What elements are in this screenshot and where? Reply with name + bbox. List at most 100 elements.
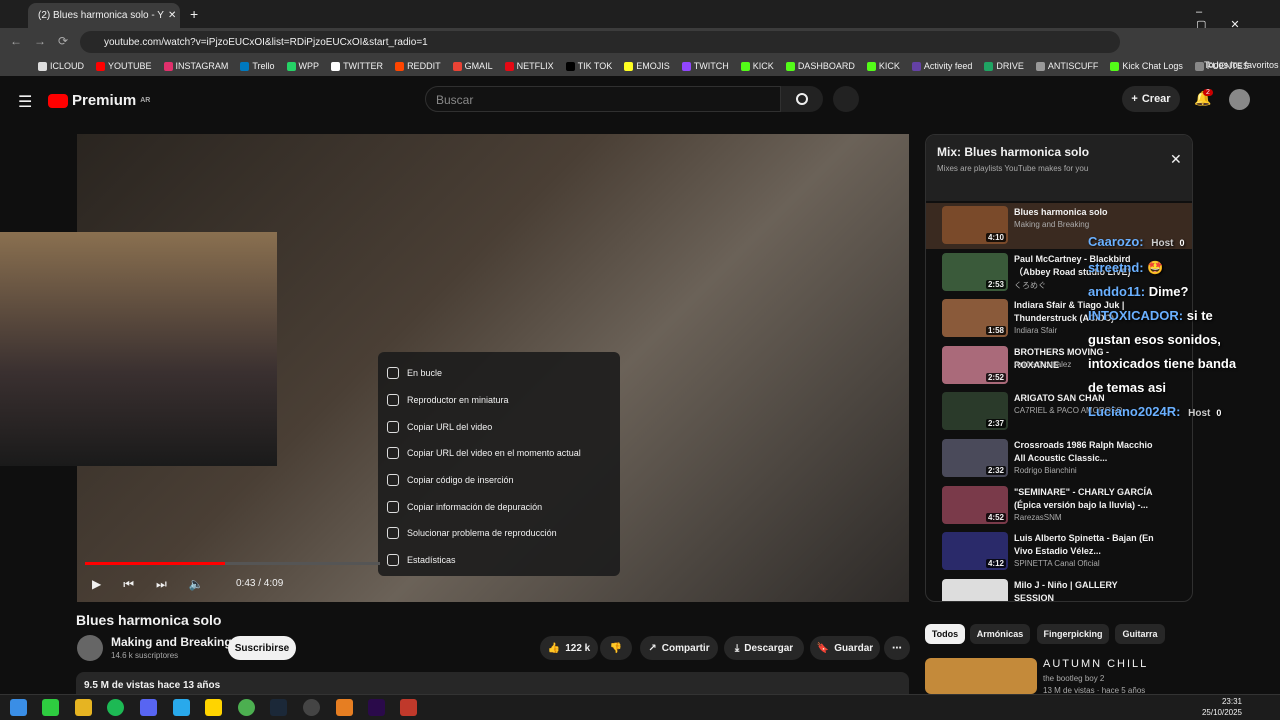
playlist-thumbnail: 1:58	[942, 299, 1008, 338]
kick-app-icon[interactable]	[42, 699, 59, 716]
url-field[interactable]: youtube.com/watch?v=iPjzoEUCxOI&list=RDi…	[80, 31, 1120, 53]
file-explorer-icon[interactable]	[75, 699, 92, 716]
chat-host-tag: Host	[1151, 238, 1174, 249]
context-menu-item[interactable]: Copiar URL del video en el momento actua…	[378, 440, 620, 467]
playlist-item[interactable]: 3:43 Milo J - Niño | GALLERY SESSION	[926, 576, 1192, 601]
notes-icon[interactable]	[205, 699, 222, 716]
playlist-item[interactable]: 4:12 Luis Alberto Spinetta - Bajan (En Vi…	[926, 529, 1192, 575]
bookmark-16[interactable]: DRIVE	[984, 61, 1024, 71]
context-menu-item[interactable]: Solucionar problema de reproducción	[378, 520, 620, 547]
system-clock[interactable]: 23:31 25/10/2025	[1198, 696, 1242, 718]
bookmark-17[interactable]: ANTISCUFF	[1035, 61, 1098, 71]
subscribe-button[interactable]: Suscribirse	[228, 636, 296, 660]
duration-badge: 4:52	[985, 512, 1006, 522]
chat-message: de temas asi	[1088, 380, 1167, 395]
steam-icon[interactable]	[270, 699, 287, 716]
spotify-icon[interactable]	[107, 699, 124, 716]
player-controls[interactable]: ▶⏮⏭🔈	[92, 577, 226, 592]
more-actions-button[interactable]: ⋯	[884, 636, 910, 660]
youtube-logo[interactable]: Premium AR	[48, 92, 150, 109]
premiere-icon[interactable]	[368, 699, 385, 716]
save-button[interactable]: 🔖 Guardar	[810, 636, 880, 660]
context-menu-label: Solucionar problema de reproducción	[407, 528, 557, 539]
thumbs-down-icon: 👎	[609, 642, 623, 654]
bookmark-icon: 🔖	[816, 642, 830, 654]
bookmark-8[interactable]: NETFLIX	[504, 61, 554, 71]
context-menu-item[interactable]: En bucle	[378, 360, 620, 387]
bookmark-1[interactable]: YOUTUBE	[96, 61, 152, 71]
bookmark-label: WPP	[298, 61, 320, 71]
bookmark-9[interactable]: TIK TOK	[565, 61, 612, 71]
dislike-button[interactable]: 👎	[600, 636, 632, 660]
view-count: 9.5 M de vistas hace 13 años	[84, 680, 221, 691]
account-avatar[interactable]	[1229, 89, 1250, 110]
chat-line: Caarozo: Host 0	[1088, 230, 1280, 256]
bookmarks-bar: ICLOUD YOUTUBE INSTAGRAM Trello WPP TWITTER RE…	[0, 56, 1280, 76]
new-tab-icon[interactable]: +	[190, 6, 198, 22]
chip-1[interactable]: Armónicas	[970, 624, 1030, 644]
channel-avatar[interactable]	[77, 635, 103, 661]
browser-tab[interactable]: (2) Blues harmonica solo - Y ✕	[28, 3, 180, 28]
chat-line: Luciano2024R: Host 0	[1088, 400, 1280, 426]
all-bookmarks-link[interactable]: Todos los favoritos	[1204, 60, 1279, 70]
bookmark-6[interactable]: REDDIT	[395, 61, 441, 71]
bookmark-5[interactable]: TWITTER	[331, 61, 383, 71]
duration-badge: 2:52	[985, 372, 1006, 382]
chip-3[interactable]: Guitarra	[1115, 624, 1165, 644]
chip-2[interactable]: Fingerpicking	[1037, 624, 1109, 644]
recommended-title[interactable]: AUTUMN CHILL	[1043, 658, 1148, 670]
context-menu-label: Copiar URL del video en el momento actua…	[407, 448, 581, 459]
bookmark-12[interactable]: KICK	[740, 61, 774, 71]
obs-icon[interactable]	[303, 699, 320, 716]
bookmark-11[interactable]: TWITCH	[681, 61, 729, 71]
context-menu-item[interactable]: Estadísticas	[378, 547, 620, 574]
channel-name[interactable]: Making and Breaking	[111, 635, 232, 649]
chip-0[interactable]: Todos	[925, 624, 965, 644]
mic-button[interactable]	[833, 86, 859, 112]
bookmark-10[interactable]: EMOJIS	[624, 61, 670, 71]
menu-icon[interactable]: ☰	[18, 92, 32, 112]
context-menu-item[interactable]: Copiar información de depuración	[378, 493, 620, 520]
bookmark-0[interactable]: ICLOUD	[38, 61, 84, 71]
playlist-item[interactable]: 2:32 Crossroads 1986 Ralph Macchio All Ac…	[926, 436, 1192, 482]
app-icon-2[interactable]	[400, 699, 417, 716]
playlist-item[interactable]: 4:52 "SEMINARE" - CHARLY GARCÍA (Épica ve…	[926, 483, 1192, 529]
bookmark-14[interactable]: KICK	[866, 61, 900, 71]
bookmark-icon	[96, 61, 106, 71]
streamer-webcam-overlay	[0, 232, 277, 466]
context-menu-icon	[387, 527, 399, 540]
create-button[interactable]: + Crear	[1122, 86, 1180, 112]
share-button[interactable]: ↗ Compartir	[640, 636, 718, 660]
bookmark-icon	[565, 61, 575, 71]
chat-username: INTOXICADOR:	[1088, 308, 1184, 323]
context-menu-item[interactable]: Copiar código de inserción	[378, 467, 620, 494]
chrome-icon[interactable]	[238, 699, 255, 716]
bookmark-18[interactable]: Kick Chat Logs	[1110, 61, 1183, 71]
like-button[interactable]: 👍 122 k	[540, 636, 598, 660]
download-button[interactable]: ⤓ Descargar	[724, 636, 804, 660]
context-menu-item[interactable]: Copiar URL del video	[378, 413, 620, 440]
bookmark-3[interactable]: Trello	[240, 61, 275, 71]
bookmark-7[interactable]: GMAIL	[452, 61, 493, 71]
nav-buttons[interactable]: ←→⟳	[10, 34, 80, 48]
bookmark-4[interactable]: WPP	[286, 61, 320, 71]
search-button[interactable]	[781, 86, 823, 112]
start-icon[interactable]	[10, 699, 27, 716]
playlist-thumbnail: 4:12	[942, 532, 1008, 571]
close-tab-icon[interactable]: ✕	[168, 10, 176, 21]
discord-icon[interactable]	[140, 699, 157, 716]
duration-badge: 1:58	[985, 326, 1006, 336]
bookmark-2[interactable]: INSTAGRAM	[163, 61, 228, 71]
playlist-thumbnail: 2:37	[942, 392, 1008, 431]
bookmark-13[interactable]: DASHBOARD	[785, 61, 855, 71]
clock-date: 25/10/2025	[1201, 708, 1242, 717]
bookmark-icon	[911, 61, 921, 71]
context-menu-item[interactable]: Reproductor en miniatura	[378, 387, 620, 414]
playlist-item-author: くろめぐ	[1014, 280, 1046, 290]
search-input[interactable]: Buscar	[425, 86, 781, 112]
app-icon[interactable]	[336, 699, 353, 716]
close-playlist-icon[interactable]: ✕	[1170, 151, 1182, 168]
bookmark-15[interactable]: Activity feed	[911, 61, 972, 71]
telegram-icon[interactable]	[173, 699, 190, 716]
recommended-thumbnail[interactable]	[925, 658, 1037, 694]
